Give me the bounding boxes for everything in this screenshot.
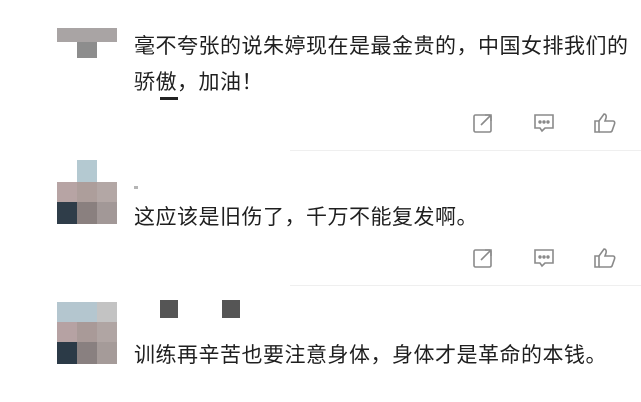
name-placeholder bbox=[160, 300, 178, 318]
reply-button[interactable] bbox=[530, 111, 558, 135]
share-icon bbox=[473, 249, 492, 268]
share-icon bbox=[473, 114, 492, 133]
mention-marker bbox=[160, 97, 178, 100]
comment-item: 这应该是旧伤了，千万不能复发啊。 bbox=[0, 150, 641, 290]
comment-actions bbox=[469, 246, 619, 270]
share-button[interactable] bbox=[469, 111, 497, 135]
comment-item: 毫不夸张的说朱婷现在是最金贵的，中国女排我们的骄傲，加油！ bbox=[0, 0, 641, 150]
share-button[interactable] bbox=[469, 246, 497, 270]
reply-button[interactable] bbox=[530, 246, 558, 270]
comment-icon bbox=[534, 114, 554, 133]
comment-item: 训练再辛苦也要注意身体，身体才是革命的本钱。 bbox=[0, 285, 641, 402]
avatar[interactable] bbox=[57, 160, 117, 230]
comment-text: 这应该是旧伤了，千万不能复发啊。 bbox=[134, 205, 478, 229]
thumbs-up-icon bbox=[594, 248, 616, 268]
thumbs-up-icon bbox=[594, 113, 616, 133]
comment-text: 毫不夸张的说朱婷现在是最金贵的，中国女排我们的骄傲，加油！ bbox=[134, 34, 629, 94]
avatar[interactable] bbox=[57, 28, 117, 76]
comment-actions bbox=[469, 111, 619, 135]
like-button[interactable] bbox=[591, 111, 619, 135]
comment-text: 训练再辛苦也要注意身体，身体才是革命的本钱。 bbox=[134, 343, 607, 367]
comment-icon bbox=[534, 249, 554, 268]
like-button[interactable] bbox=[591, 246, 619, 270]
name-placeholder bbox=[222, 300, 240, 318]
avatar[interactable] bbox=[57, 302, 117, 372]
name-placeholder bbox=[134, 186, 138, 189]
